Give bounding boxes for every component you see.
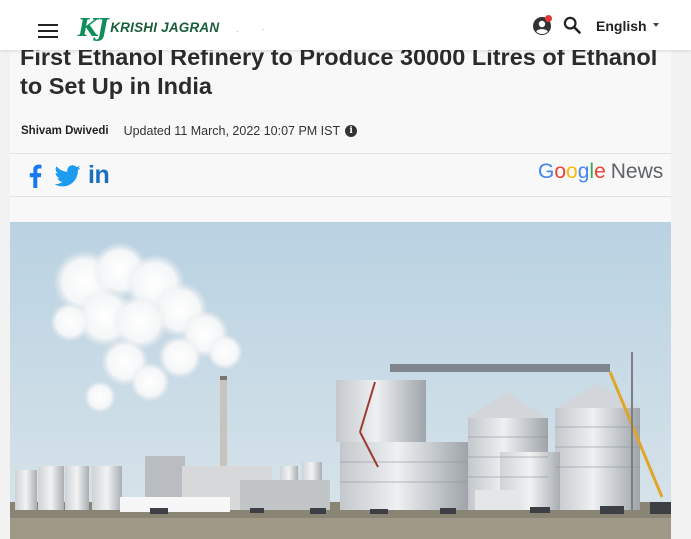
updated-timestamp: Updated 11 March, 2022 10:07 PM IST bbox=[123, 124, 341, 138]
refinery-photo bbox=[10, 222, 671, 539]
info-icon[interactable]: i bbox=[345, 125, 358, 137]
google-letter: G bbox=[538, 160, 555, 183]
google-letter: o bbox=[554, 160, 567, 183]
facebook-icon[interactable] bbox=[28, 164, 42, 188]
google-news-link[interactable]: Google News bbox=[538, 160, 663, 184]
chevron-down-icon bbox=[652, 23, 659, 28]
site-logo[interactable]: KJ KRISHI JAGRAN bbox=[78, 12, 220, 42]
logo-text: KRISHI JAGRAN bbox=[110, 19, 220, 35]
article-title: First Ethanol Refinery to Produce 30000 … bbox=[20, 44, 658, 99]
language-label: English bbox=[596, 18, 647, 34]
article-meta: Shivam Dwivedi Updated 11 March, 2022 10… bbox=[21, 124, 358, 138]
google-news-label: News bbox=[610, 160, 664, 183]
google-letter: e bbox=[594, 160, 606, 183]
divider bbox=[10, 196, 671, 197]
menu-icon[interactable] bbox=[38, 24, 58, 38]
notification-dot bbox=[545, 15, 552, 22]
language-selector[interactable]: English bbox=[596, 18, 659, 34]
logo-mark: KJ bbox=[78, 12, 108, 42]
hero-image bbox=[10, 222, 671, 539]
site-header: KJ KRISHI JAGRAN . · English bbox=[0, 0, 691, 50]
google-letter: g bbox=[577, 160, 590, 183]
share-bar: in Google News bbox=[10, 154, 671, 196]
author-link[interactable]: Shivam Dwivedi bbox=[21, 125, 109, 137]
decor-dots: . · bbox=[236, 24, 275, 35]
twitter-icon[interactable] bbox=[55, 165, 81, 187]
linkedin-icon[interactable]: in bbox=[88, 162, 110, 188]
google-letter: o bbox=[566, 160, 578, 183]
search-icon[interactable] bbox=[563, 16, 581, 34]
